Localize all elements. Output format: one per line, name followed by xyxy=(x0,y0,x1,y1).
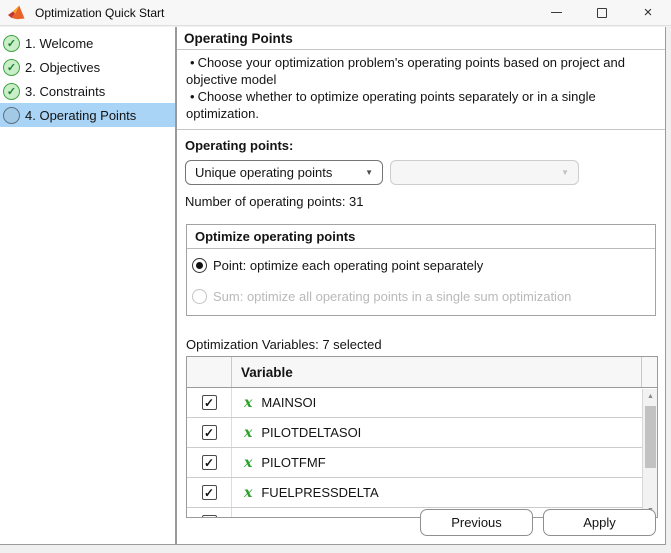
variable-x-icon: x xyxy=(244,515,252,518)
checkbox-cell: ✓ xyxy=(187,418,232,447)
variable-name: FUELPRESSDELTA xyxy=(261,485,379,500)
radio-label: Sum: optimize all operating points in a … xyxy=(213,288,572,304)
title-bar[interactable]: Optimization Quick Start × xyxy=(0,0,671,26)
variable-name: MAINSOI xyxy=(261,395,317,410)
checkbox-cell: ✓ xyxy=(187,508,232,517)
operating-points-label: Operating points: xyxy=(185,138,294,153)
step-current-icon xyxy=(3,106,20,124)
apply-button[interactable]: Apply xyxy=(543,509,656,536)
radio-selected-icon xyxy=(192,257,207,273)
checkbox-cell: ✓ xyxy=(187,478,232,507)
sidebar-item-label: 4. Operating Points xyxy=(25,107,137,123)
minimize-button[interactable] xyxy=(533,0,579,25)
bullet-text: Choose your optimization problem's opera… xyxy=(186,55,625,87)
scroll-up-icon[interactable]: ▲ xyxy=(643,389,657,403)
close-icon: × xyxy=(643,4,653,21)
scrollbar-column-header xyxy=(641,357,657,387)
matlab-logo-icon xyxy=(8,5,25,20)
variable-cell: x FUELPRESSDELTA xyxy=(232,485,657,501)
bullet-text: Choose whether to optimize operating poi… xyxy=(186,89,596,121)
dialog-buttons: Previous Apply xyxy=(420,509,656,536)
row-checkbox[interactable]: ✓ xyxy=(201,485,217,500)
variable-name: PILOTFMF xyxy=(261,455,326,470)
chevron-down-icon: ▼ xyxy=(561,168,569,177)
sidebar-item-label: 2. Objectives xyxy=(25,59,101,75)
checkbox-cell: ✓ xyxy=(187,388,232,417)
checkbox-column-header xyxy=(187,357,232,387)
variable-cell: x MAINSOI xyxy=(232,395,657,411)
radio-point-option[interactable]: Point: optimize each operating point sep… xyxy=(192,256,647,274)
steps-sidebar: ✓ 1. Welcome ✓ 2. Objectives ✓ 3. Constr… xyxy=(0,27,176,545)
operating-points-dropdown[interactable]: Unique operating points ▼ xyxy=(185,160,383,185)
variable-name: PILOTDELTASOI xyxy=(261,425,362,440)
variable-cell: x PILOTDELTASOI xyxy=(232,425,657,441)
close-button[interactable]: × xyxy=(625,0,671,25)
checkbox-cell: ✓ xyxy=(187,448,232,477)
table-row[interactable]: ✓ x FUELPRESSDELTA xyxy=(187,478,657,508)
operating-points-secondary-dropdown[interactable]: ▼ xyxy=(390,160,579,185)
row-checkbox[interactable]: ✓ xyxy=(201,515,217,517)
dropdown-value: Unique operating points xyxy=(195,165,333,180)
bullet-icon: • xyxy=(190,89,195,104)
optimization-variables-label: Optimization Variables: 7 selected xyxy=(186,337,382,352)
chevron-down-icon: ▼ xyxy=(365,168,373,177)
variables-table: Variable ✓ x MAINSOI ✓ x PILOTDELTASOI ✓ x… xyxy=(186,356,658,518)
variable-x-icon: x xyxy=(244,394,253,411)
step-complete-icon: ✓ xyxy=(3,58,20,76)
window-title: Optimization Quick Start xyxy=(35,5,165,20)
sidebar-item-label: 3. Constraints xyxy=(25,83,106,99)
sidebar-item-welcome[interactable]: ✓ 1. Welcome xyxy=(0,31,175,55)
optimize-operating-points-group: Optimize operating points Point: optimiz… xyxy=(186,224,656,316)
row-checkbox[interactable]: ✓ xyxy=(201,395,217,410)
variable-x-icon: x xyxy=(244,424,253,441)
radio-unselected-icon xyxy=(192,288,207,304)
window-controls: × xyxy=(533,0,671,25)
row-checkbox[interactable]: ✓ xyxy=(201,455,217,470)
group-title: Optimize operating points xyxy=(187,225,655,249)
sidebar-item-constraints[interactable]: ✓ 3. Constraints xyxy=(0,79,175,103)
description-bullet: • Choose your optimization problem's oper… xyxy=(184,54,655,88)
variable-cell: x PILOTFMF xyxy=(232,455,657,471)
optimization-quick-start-window: Optimization Quick Start × ✓ 1. Welcome … xyxy=(0,0,671,553)
table-row[interactable]: ✓ x PILOTFMF xyxy=(187,448,657,478)
row-checkbox[interactable]: ✓ xyxy=(201,425,217,440)
page-description: • Choose your optimization problem's oper… xyxy=(177,50,665,130)
bullet-icon: • xyxy=(190,55,195,70)
table-row[interactable]: ✓ x PILOTDELTASOI xyxy=(187,418,657,448)
sidebar-item-label: 1. Welcome xyxy=(25,35,94,51)
variable-column-header: Variable xyxy=(241,364,293,380)
sidebar-item-objectives[interactable]: ✓ 2. Objectives xyxy=(0,55,175,79)
scrollbar-thumb[interactable] xyxy=(645,406,656,468)
step-complete-icon: ✓ xyxy=(3,34,20,52)
table-scrollbar[interactable]: ▲ ▼ xyxy=(642,389,657,517)
radio-sum-option[interactable]: Sum: optimize all operating points in a … xyxy=(192,287,647,305)
minimize-icon xyxy=(550,12,562,13)
step-complete-icon: ✓ xyxy=(3,82,20,100)
page-title: Operating Points xyxy=(177,27,665,50)
operating-points-count: Number of operating points: 31 xyxy=(185,194,364,209)
maximize-icon xyxy=(597,7,607,18)
group-body: Point: optimize each operating point sep… xyxy=(187,249,655,315)
table-row[interactable]: ✓ x MAINSOI xyxy=(187,388,657,418)
table-header-row: Variable xyxy=(187,357,657,388)
variable-x-icon: x xyxy=(244,454,253,471)
radio-label: Point: optimize each operating point sep… xyxy=(213,257,484,273)
maximize-button[interactable] xyxy=(579,0,625,25)
variable-x-icon: x xyxy=(244,484,253,501)
main-panel: Operating Points • Choose your optimizati… xyxy=(176,27,666,545)
previous-button[interactable]: Previous xyxy=(420,509,533,536)
operating-points-controls: Unique operating points ▼ ▼ xyxy=(185,160,657,185)
description-bullet: • Choose whether to optimize operating po… xyxy=(184,88,655,122)
sidebar-item-operating-points[interactable]: 4. Operating Points xyxy=(0,103,175,127)
